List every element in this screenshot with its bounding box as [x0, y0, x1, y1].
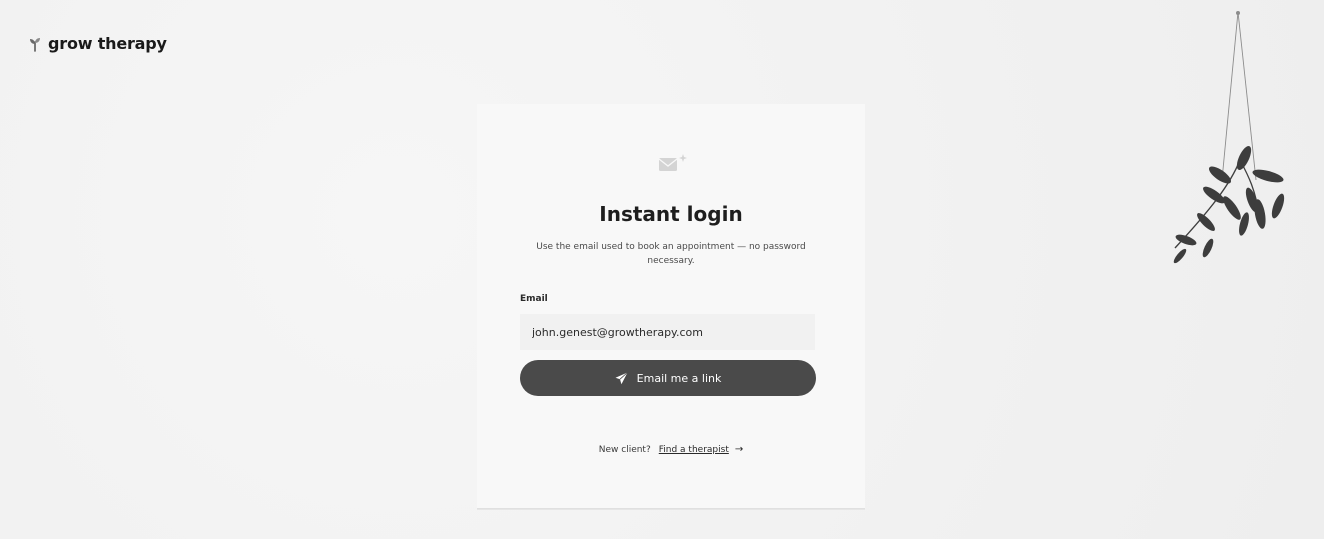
find-a-therapist-link[interactable]: Find a therapist [659, 445, 729, 455]
email-field-label: Email [520, 294, 548, 304]
sprout-icon [30, 37, 40, 52]
page-subtitle: Use the email used to book an appointmen… [536, 242, 806, 266]
arrow-right-icon[interactable]: → [735, 444, 743, 455]
new-client-prompt: New client? Find a therapist → [477, 444, 865, 455]
hanging-plant-illustration [1173, 11, 1285, 264]
paper-plane-icon [615, 371, 628, 384]
envelope-sparkle-icon [658, 154, 687, 171]
new-client-text: New client? [598, 444, 651, 455]
email-me-a-link-button[interactable]: Email me a link [520, 360, 816, 396]
login-card: Instant login Use the email used to book… [477, 104, 865, 509]
brand-name: grow therapy [48, 34, 167, 53]
page-title: Instant login [599, 202, 743, 226]
brand-logo-link[interactable]: grow therapy [28, 34, 167, 53]
email-field[interactable] [520, 314, 815, 350]
submit-button-label: Email me a link [636, 371, 722, 385]
